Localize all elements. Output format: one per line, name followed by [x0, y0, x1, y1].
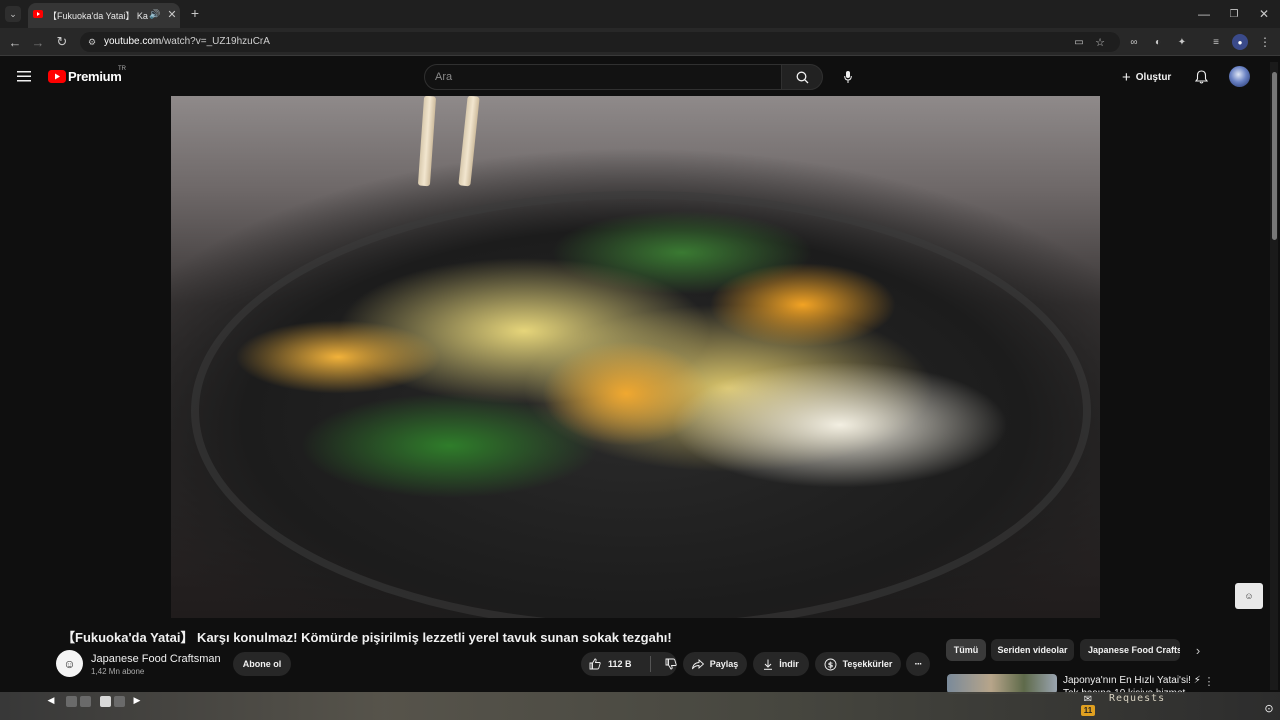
share-icon [691, 658, 704, 669]
address-bar[interactable]: ⚙ youtube.com/watch?v=_UZ19hzuCrA ▭ ☆ [80, 32, 1120, 52]
chip-channel-label: Japanese Food Craftsman [1088, 645, 1180, 655]
chopstick-right [458, 96, 480, 187]
window-restore-icon[interactable]: ❐ [1226, 6, 1242, 22]
video-title: 【Fukuoka'da Yatai】 Karşı konulmaz! Kömür… [62, 630, 672, 645]
subscribe-label: Abone ol [242, 659, 282, 669]
window-close-icon[interactable]: ✕ [1256, 6, 1272, 22]
chip-all-label: Tümü [953, 645, 979, 655]
browser-tab-active[interactable]: 【Fukuoka'da Yatai】 Karşı konulmaz 🔊 ✕ [28, 3, 180, 28]
logo-text: Premium [68, 69, 122, 84]
chopstick-left [417, 96, 437, 187]
chip-series[interactable]: Seriden videolar [991, 639, 1074, 661]
requests-label: Requests [1109, 693, 1166, 704]
page-scrollbar-thumb[interactable] [1272, 72, 1277, 240]
youtube-logo-icon [48, 70, 66, 83]
chip-next-chevron-icon[interactable]: › [1190, 642, 1206, 658]
tab-close-icon[interactable]: ✕ [165, 7, 179, 21]
chip-series-label: Seriden videolar [997, 645, 1068, 655]
extension-1-icon[interactable]: ∞ [1126, 34, 1142, 50]
url-text: youtube.com/watch?v=_UZ19hzuCrA [104, 36, 270, 47]
youtube-favicon-icon [33, 9, 43, 19]
pan-rim [191, 191, 1091, 618]
site-info-icon[interactable]: ⚙ [86, 36, 98, 48]
overlay-segment [114, 696, 125, 707]
create-button[interactable]: + Oluştur [1116, 65, 1178, 89]
channel-avatar[interactable]: ☺ [56, 650, 83, 677]
recommendation-thumbnail[interactable] [947, 674, 1057, 694]
search-button[interactable] [781, 64, 823, 90]
install-app-icon[interactable]: ▭ [1072, 35, 1086, 49]
share-button[interactable]: Paylaş [683, 652, 747, 676]
channel-watermark-icon[interactable]: ☺ [1235, 583, 1263, 609]
account-avatar[interactable] [1229, 66, 1250, 87]
subscribe-button[interactable]: Abone ol [233, 652, 291, 676]
overlay-segment [80, 696, 91, 707]
more-horizontal-icon: ··· [914, 658, 923, 670]
thumbs-down-icon [665, 658, 677, 670]
url-host: youtube.com [104, 36, 162, 47]
hamburger-menu-icon[interactable] [15, 68, 33, 84]
notifications-bell-icon[interactable] [1192, 68, 1210, 86]
overlay-segment [66, 696, 77, 707]
back-icon[interactable]: ← [7, 34, 23, 50]
svg-text:$: $ [827, 660, 833, 669]
create-label: Oluştur [1135, 71, 1172, 83]
overlay-prev-icon[interactable]: ◀ [44, 694, 58, 706]
like-dislike-group: 112 B [581, 652, 677, 676]
share-label: Paylaş [709, 659, 739, 669]
like-count: 112 B [608, 659, 632, 669]
extensions-puzzle-icon[interactable]: ✦ [1174, 34, 1190, 50]
thanks-label: Teşekkürler [842, 659, 893, 669]
reload-icon[interactable]: ↻ [54, 34, 70, 50]
chip-all[interactable]: Tümü [946, 639, 986, 661]
tab-title: 【Fukuoka'da Yatai】 Karşı konulmaz [48, 11, 148, 21]
like-button[interactable]: 112 B [589, 658, 632, 670]
browser-menu-icon[interactable]: ⋮ [1258, 34, 1272, 50]
video-player[interactable] [171, 96, 1100, 618]
recommendation-menu-icon[interactable]: ⋮ [1202, 674, 1216, 688]
region-badge: TR [118, 66, 126, 72]
plus-icon: + [1122, 68, 1131, 86]
subscriber-count: 1,42 Mn abone [91, 667, 145, 676]
chip-channel[interactable]: Japanese Food Craftsman [1080, 639, 1180, 661]
reading-list-icon[interactable]: ≡ [1208, 34, 1224, 50]
profile-avatar-icon[interactable]: ● [1232, 34, 1248, 50]
overlay-mail-icon[interactable]: ✉ [1080, 693, 1096, 705]
window-minimize-icon[interactable]: — [1196, 6, 1212, 22]
browser-tabstrip: ⌄ 【Fukuoka'da Yatai】 Karşı konulmaz 🔊 ✕ … [0, 0, 1280, 28]
tab-search-icon[interactable]: ⌄ [5, 6, 21, 22]
search-icon [796, 71, 808, 83]
channel-name[interactable]: Japanese Food Craftsman [91, 653, 221, 665]
thanks-dollar-icon: $ [824, 658, 837, 670]
bookmark-star-icon[interactable]: ☆ [1093, 35, 1107, 49]
thanks-button[interactable]: $ Teşekkürler [815, 652, 901, 676]
overlay-segment [100, 696, 111, 707]
search-field[interactable] [424, 64, 782, 90]
download-label: İndir [779, 659, 799, 669]
search-input[interactable] [425, 65, 781, 89]
tab-audio-icon[interactable]: 🔊 [149, 8, 161, 20]
dislike-button[interactable] [665, 658, 677, 670]
youtube-premium-logo[interactable]: Premium TR [48, 66, 138, 85]
url-path: /watch?v=_UZ19hzuCrA [161, 36, 270, 47]
new-tab-button[interactable]: + [187, 5, 203, 21]
extension-2-icon[interactable]: ◐ [1150, 34, 1166, 50]
download-icon [764, 659, 773, 670]
requests-count-badge: 11 [1081, 705, 1095, 716]
like-divider [649, 656, 651, 672]
forward-icon[interactable]: → [30, 34, 46, 50]
voice-search-button[interactable] [838, 67, 858, 87]
more-actions-button[interactable]: ··· [906, 652, 930, 676]
overlay-settings-icon[interactable]: ⊙ [1262, 701, 1276, 715]
microphone-icon [844, 71, 852, 83]
thumbs-up-icon [589, 658, 601, 670]
overlay-next-icon[interactable]: ▶ [130, 694, 144, 706]
download-button[interactable]: İndir [753, 652, 809, 676]
recommendation-title[interactable]: Japonya'nın En Hızlı Yatai'si! ⚡ Tek baş… [1063, 674, 1203, 694]
